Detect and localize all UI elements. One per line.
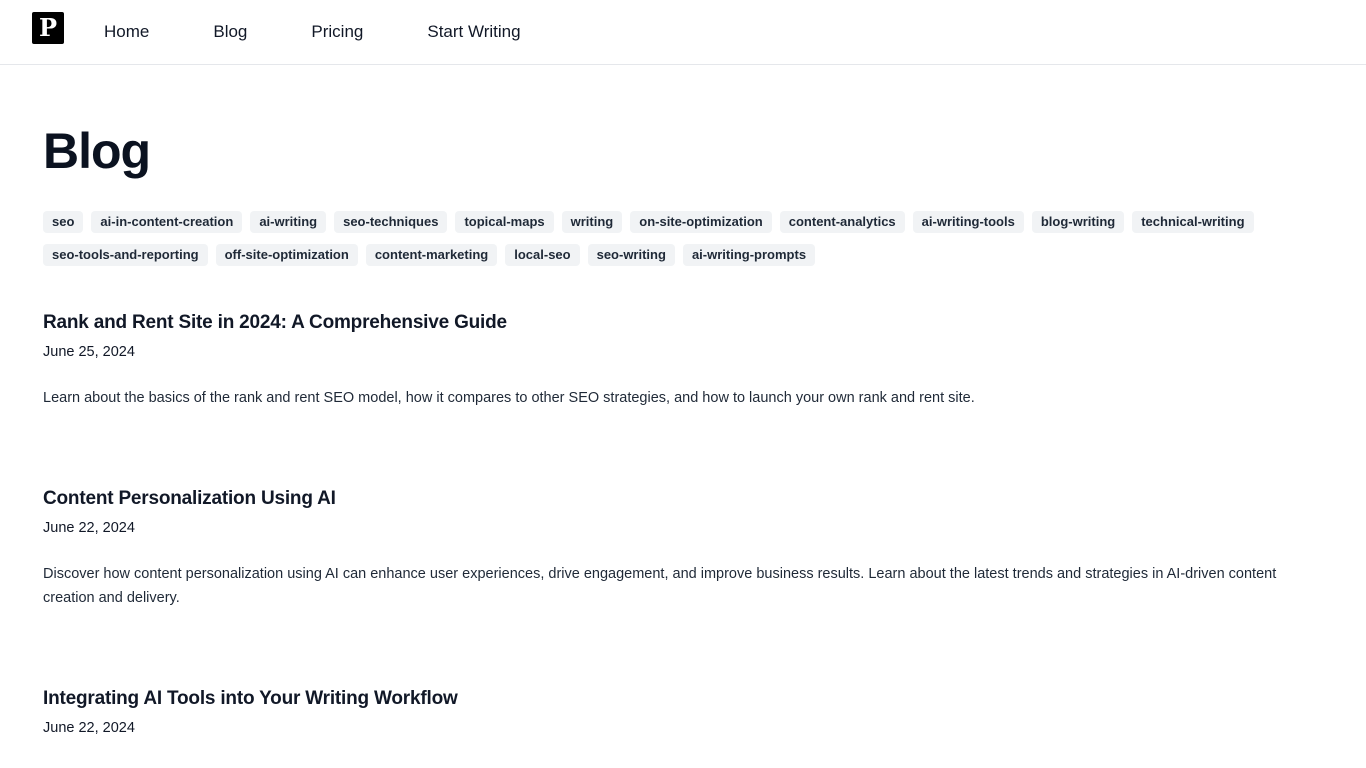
blog-post: Integrating AI Tools into Your Writing W…	[43, 687, 1323, 738]
tag[interactable]: ai-writing	[250, 211, 327, 233]
tag[interactable]: local-seo	[505, 244, 580, 266]
tag[interactable]: ai-writing-tools	[912, 211, 1024, 233]
post-date: June 22, 2024	[43, 520, 135, 536]
tag[interactable]: writing	[561, 211, 623, 233]
tag[interactable]: off-site-optimization	[215, 244, 358, 266]
tag[interactable]: seo-writing	[587, 244, 675, 266]
tag[interactable]: seo-techniques	[334, 211, 448, 233]
tag[interactable]: ai-in-content-creation	[91, 211, 243, 233]
tag[interactable]: blog-writing	[1031, 211, 1125, 233]
tag[interactable]: on-site-optimization	[630, 211, 772, 233]
tag[interactable]: content-marketing	[365, 244, 498, 266]
post-title[interactable]: Rank and Rent Site in 2024: A Comprehens…	[43, 311, 1323, 335]
post-excerpt: Discover how content personalization usi…	[43, 566, 1277, 606]
nav-link-pricing[interactable]: Pricing	[311, 22, 363, 42]
logo[interactable]: P	[32, 12, 64, 44]
post-title[interactable]: Content Personalization Using AI	[43, 487, 1323, 511]
post-excerpt: Learn about the basics of the rank and r…	[43, 390, 975, 406]
tag[interactable]: seo	[43, 211, 84, 233]
post-date: June 22, 2024	[43, 720, 135, 736]
tag[interactable]: technical-writing	[1132, 211, 1254, 233]
blog-post: Content Personalization Using AI June 22…	[43, 487, 1323, 610]
tag[interactable]: topical-maps	[455, 211, 554, 233]
tag-list: seo ai-in-content-creation ai-writing se…	[43, 211, 1333, 266]
post-title[interactable]: Integrating AI Tools into Your Writing W…	[43, 687, 1323, 711]
top-navigation: P Home Blog Pricing Start Writing	[0, 0, 1366, 65]
nav-link-home[interactable]: Home	[104, 22, 149, 42]
nav-link-blog[interactable]: Blog	[213, 22, 247, 42]
blog-post: Rank and Rent Site in 2024: A Comprehens…	[43, 311, 1323, 410]
page-title: Blog	[43, 123, 151, 179]
tag[interactable]: content-analytics	[779, 211, 905, 233]
nav-links: Home Blog Pricing Start Writing	[104, 0, 585, 64]
tag[interactable]: seo-tools-and-reporting	[43, 244, 208, 266]
tag[interactable]: ai-writing-prompts	[682, 244, 816, 266]
post-date: June 25, 2024	[43, 344, 135, 360]
nav-link-start-writing[interactable]: Start Writing	[427, 22, 520, 42]
